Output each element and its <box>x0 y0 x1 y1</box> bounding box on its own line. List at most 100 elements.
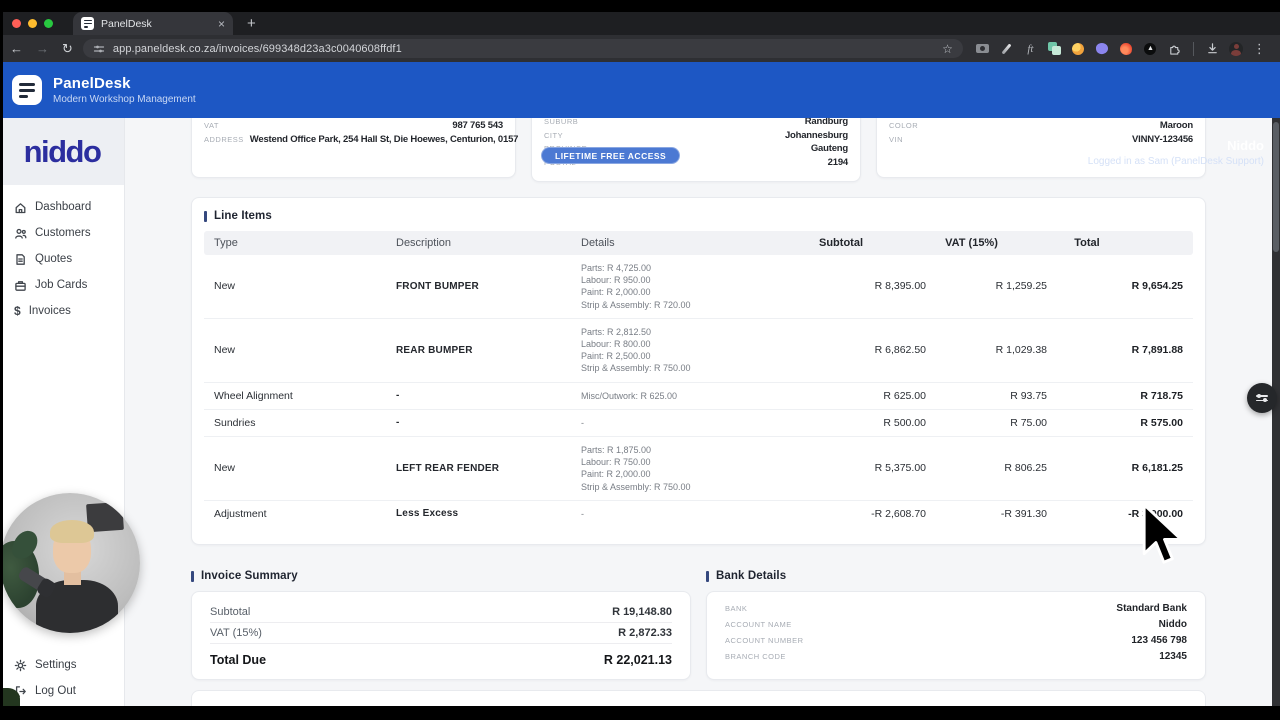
reload-icon[interactable]: ↻ <box>62 42 73 55</box>
scrollbar-track[interactable] <box>1272 118 1280 706</box>
extensions-puzzle-icon[interactable] <box>1167 41 1182 56</box>
bank-detail-value: 123 456 798 <box>1131 635 1187 646</box>
sidebar-item-label: Dashboard <box>35 201 91 213</box>
line-item-subtotal: R 500.00 <box>756 417 926 429</box>
line-item-vat: R 1,259.25 <box>926 280 1047 292</box>
line-item-row: NewLEFT REAR FENDERParts: R 1,875.00Labo… <box>204 437 1193 501</box>
line-item-details: Parts: R 4,725.00Labour: R 950.00Paint: … <box>581 262 756 311</box>
downloads-icon[interactable] <box>1205 41 1220 56</box>
column-header: Subtotal <box>756 237 926 249</box>
fox-extension-icon[interactable] <box>1119 41 1134 56</box>
app-brand: PanelDesk Modern Workshop Management <box>12 75 196 105</box>
font-extension-icon[interactable]: ft <box>1023 41 1038 56</box>
floating-settings-button[interactable] <box>1247 383 1277 413</box>
line-item-subtotal: -R 2,608.70 <box>756 508 926 520</box>
detail-line: Paint: R 2,000.00 <box>581 286 756 298</box>
info-row: VAT987 765 543 <box>204 120 503 133</box>
line-item-description: - <box>396 390 581 401</box>
detail-line: Labour: R 800.00 <box>581 338 756 350</box>
window-close-button[interactable] <box>12 19 21 28</box>
sidebar-item-customers[interactable]: Customers <box>0 220 124 246</box>
screenshot-extension-icon[interactable] <box>975 41 990 56</box>
line-item-type: Sundries <box>204 417 396 429</box>
pen-extension-icon[interactable] <box>999 41 1014 56</box>
forward-icon[interactable]: → <box>36 42 49 55</box>
window-minimize-button[interactable] <box>28 19 37 28</box>
info-label: CITY <box>544 131 563 140</box>
line-item-type: New <box>204 462 396 474</box>
bank-detail-row: BANKStandard Bank <box>725 603 1187 619</box>
line-item-subtotal: R 5,375.00 <box>756 462 926 474</box>
browser-tab[interactable]: PanelDesk × <box>73 12 233 35</box>
sidebar-item-invoices[interactable]: $Invoices <box>0 298 124 324</box>
sidebar-item-job-cards[interactable]: Job Cards <box>0 272 124 298</box>
line-item-type: New <box>204 280 396 292</box>
invoice-summary-panel: SubtotalR 19,148.80VAT (15%)R 2,872.33 T… <box>191 591 691 680</box>
niddo-logo: niddo <box>0 118 124 185</box>
sidebar-item-quotes[interactable]: Quotes <box>0 246 124 272</box>
line-item-description: Less Excess <box>396 508 581 519</box>
line-item-subtotal: R 8,395.00 <box>756 280 926 292</box>
scrollbar-thumb[interactable] <box>1273 122 1279 252</box>
paneldesk-logo-icon <box>12 75 42 105</box>
tab-title: PanelDesk <box>101 18 211 30</box>
app-header: PanelDesk Modern Workshop Management LIF… <box>0 62 1280 118</box>
orange-extension-icon[interactable] <box>1071 41 1086 56</box>
bookmark-star-icon[interactable]: ☆ <box>942 42 953 56</box>
detail-line: Parts: R 2,812.50 <box>581 326 756 338</box>
column-header: VAT (15%) <box>926 237 1047 249</box>
sidebar-item-label: Log Out <box>35 685 76 697</box>
browser-toolbar: ← → ↻ app.paneldesk.co.za/invoices/69934… <box>0 35 1280 62</box>
detail-line: Labour: R 950.00 <box>581 274 756 286</box>
line-item-description: LEFT REAR FENDER <box>396 463 581 474</box>
detail-line: - <box>581 417 756 429</box>
profile-avatar-icon[interactable] <box>1229 41 1244 56</box>
invoice-summary-title: Invoice Summary <box>201 570 298 582</box>
line-items-header-row: TypeDescriptionDetailsSubtotalVAT (15%)T… <box>204 231 1193 255</box>
play-extension-icon[interactable]: ▲ <box>1143 41 1158 56</box>
browser-menu-icon[interactable]: ⋮ <box>1253 41 1266 57</box>
detail-line: Strip & Assembly: R 750.00 <box>581 362 756 374</box>
detail-line: Strip & Assembly: R 720.00 <box>581 299 756 311</box>
webcam-person-hair <box>50 520 93 544</box>
info-value: Westend Office Park, 254 Hall St, Die Ho… <box>250 134 519 145</box>
total-due-label: Total Due <box>210 653 266 667</box>
extensions-bar: ft ▲ ⋮ <box>963 41 1266 57</box>
sidebar-item-dashboard[interactable]: Dashboard <box>0 194 124 220</box>
info-label: SUBURB <box>544 118 578 126</box>
purple-extension-icon[interactable] <box>1095 41 1110 56</box>
line-items-panel: Line Items TypeDescriptionDetailsSubtota… <box>191 197 1206 545</box>
bank-detail-label: ACCOUNT NUMBER <box>725 636 804 645</box>
line-item-total: R 9,654.25 <box>1047 280 1183 292</box>
url-bar[interactable]: app.paneldesk.co.za/invoices/699348d23a3… <box>83 39 963 58</box>
summary-value: R 19,148.80 <box>612 606 672 618</box>
dollar-icon: $ <box>14 302 21 320</box>
business-details-card: VAT987 765 543 ADDRESS Westend Office Park… <box>191 118 516 178</box>
mouse-cursor <box>1141 502 1187 566</box>
line-item-vat: R 806.25 <box>926 462 1047 474</box>
copy-pages-extension-icon[interactable] <box>1047 41 1062 56</box>
site-settings-icon[interactable] <box>93 43 105 55</box>
detail-line: Parts: R 1,875.00 <box>581 444 756 456</box>
info-label: ADDRESS <box>204 135 244 144</box>
info-label: VIN <box>889 135 903 144</box>
line-item-details: - <box>581 508 756 520</box>
back-icon[interactable]: ← <box>10 42 23 55</box>
detail-line: - <box>581 508 756 520</box>
new-tab-button[interactable]: + <box>247 15 256 35</box>
line-item-row: AdjustmentLess Excess--R 2,608.70-R 391.… <box>204 501 1193 527</box>
detail-line: Paint: R 2,000.00 <box>581 468 756 480</box>
sidebar-item-label: Customers <box>35 227 91 239</box>
window-controls <box>0 12 65 35</box>
bank-details-section: Bank Details BANKStandard BankACCOUNT NA… <box>706 570 1206 680</box>
sidebar-item-label: Job Cards <box>35 279 87 291</box>
tab-close-icon[interactable]: × <box>218 19 225 29</box>
sidebar-item-settings[interactable]: Settings <box>0 652 124 678</box>
section-accent-bar <box>706 571 709 582</box>
window-zoom-button[interactable] <box>44 19 53 28</box>
url-text[interactable]: app.paneldesk.co.za/invoices/699348d23a3… <box>113 43 934 55</box>
line-item-details: Misc/Outwork: R 625.00 <box>581 390 756 402</box>
info-row: CITYJohannesburg <box>544 130 848 143</box>
line-item-description: FRONT BUMPER <box>396 281 581 292</box>
screen: PanelDesk × + ← → ↻ app.paneldesk.co.za/… <box>0 0 1280 720</box>
